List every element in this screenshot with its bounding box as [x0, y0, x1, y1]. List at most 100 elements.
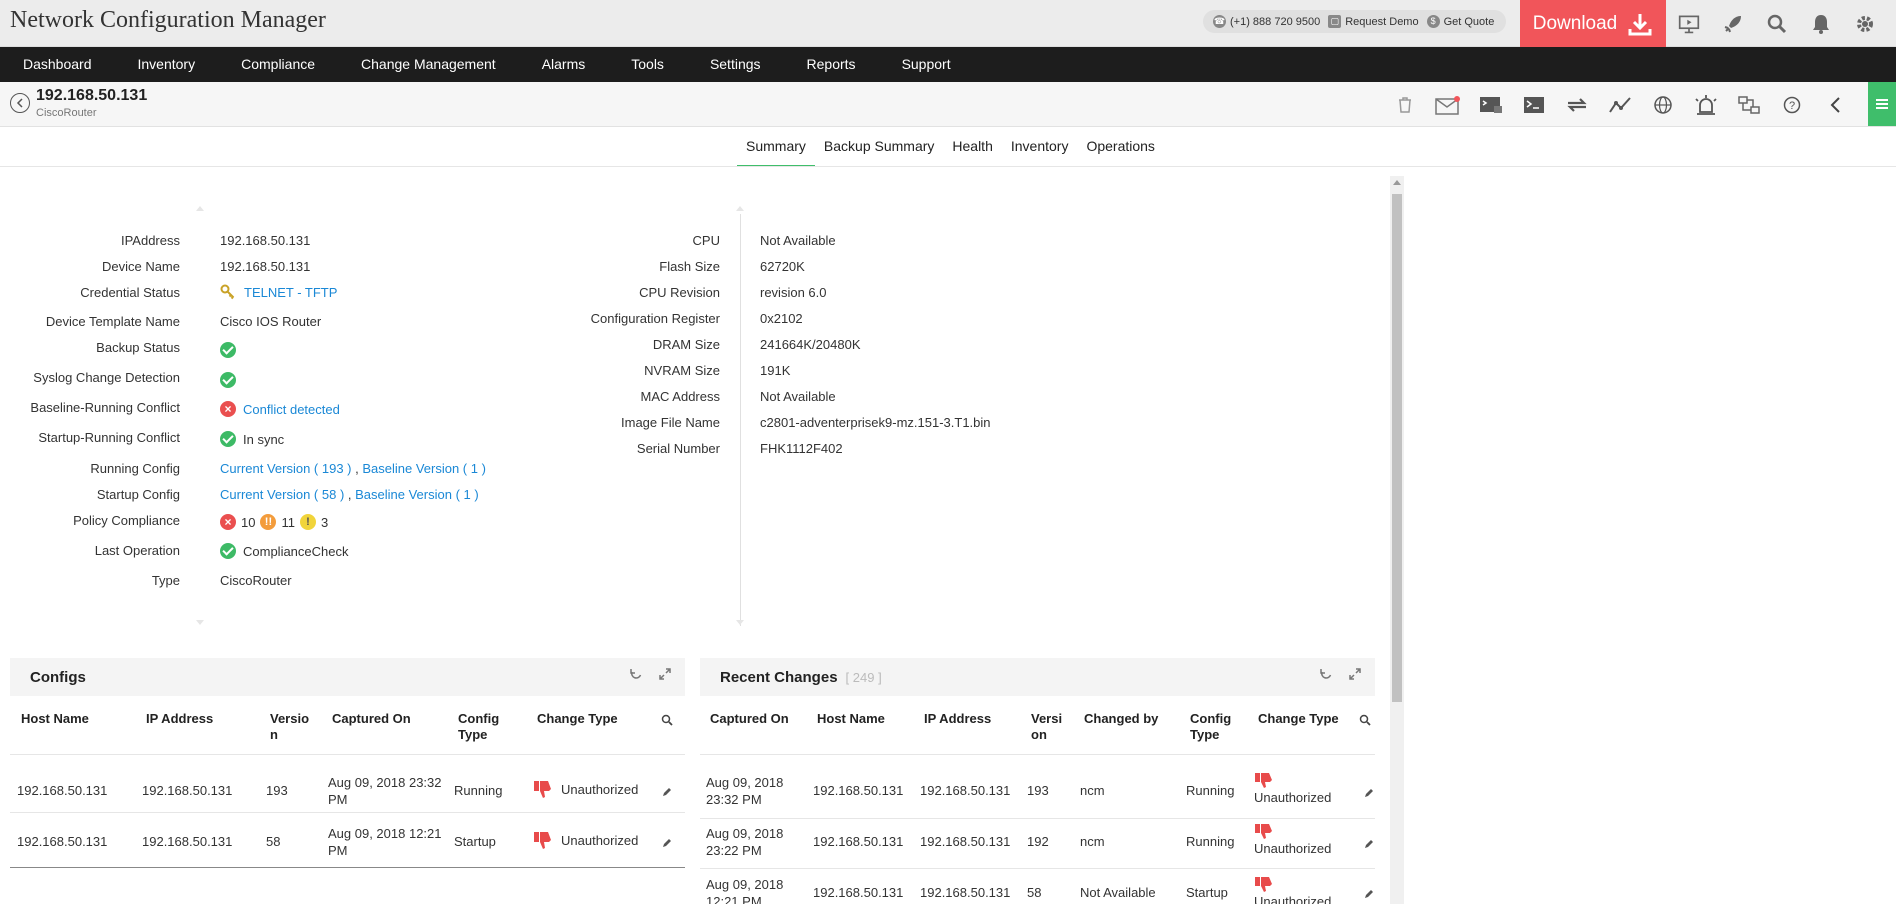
nav-dashboard[interactable]: Dashboard [0, 47, 115, 82]
terminal-icon[interactable] [1521, 92, 1547, 118]
refresh-icon[interactable] [1319, 668, 1333, 682]
scroll-up-indicator [196, 206, 204, 211]
serial-number-label: Serial Number [636, 441, 720, 456]
recent-col-config-type[interactable]: Config Type [1190, 711, 1240, 743]
page-scrollbar[interactable] [1390, 176, 1404, 904]
configs-col-ip[interactable]: IP Address [146, 711, 213, 727]
bell-icon[interactable] [1810, 13, 1832, 35]
presentation-icon[interactable] [1678, 13, 1700, 35]
edit-icon[interactable] [1363, 787, 1375, 799]
app-title: Network Configuration Manager [10, 7, 326, 33]
edit-icon[interactable] [661, 786, 673, 798]
config-type-cell: Running [454, 783, 503, 798]
key-icon [220, 284, 235, 300]
search-icon[interactable] [1359, 714, 1371, 726]
startup-config-label: Startup Config [96, 487, 180, 502]
back-icon[interactable] [10, 93, 30, 113]
nav-reports[interactable]: Reports [784, 47, 879, 82]
nav-settings[interactable]: Settings [687, 47, 784, 82]
edit-icon[interactable] [1363, 838, 1375, 850]
policy-compliance-label: Policy Compliance [73, 513, 180, 528]
request-demo-link[interactable]: ▢ Request Demo [1328, 15, 1419, 28]
running-baseline-version-link[interactable]: Baseline Version ( 1 ) [362, 461, 486, 476]
get-quote-link[interactable]: $ Get Quote [1426, 15, 1494, 28]
captured-cell: Aug 09, 2018 23:32 PM [328, 775, 442, 807]
scroll-thumb[interactable] [1392, 194, 1402, 702]
tab-operations[interactable]: Operations [1077, 132, 1163, 167]
recent-changes-count: [ 249 ] [845, 669, 882, 685]
recent-col-captured[interactable]: Captured On [710, 711, 789, 727]
credential-status-label: Credential Status [80, 285, 180, 300]
edit-icon[interactable] [661, 837, 673, 849]
configs-col-change-type[interactable]: Change Type [537, 711, 618, 727]
phone-link[interactable]: ☎ (+1) 888 720 9500 [1213, 15, 1320, 28]
request-demo-label: Request Demo [1345, 15, 1419, 28]
tab-backup-summary[interactable]: Backup Summary [815, 132, 943, 167]
gear-icon[interactable] [1854, 13, 1876, 35]
recent-col-ip[interactable]: IP Address [924, 711, 991, 727]
expand-icon[interactable] [659, 668, 671, 680]
config-register-label: Configuration Register [590, 311, 720, 326]
delete-icon[interactable] [1392, 92, 1418, 118]
help-icon[interactable]: ? [1779, 92, 1805, 118]
ip-cell: 192.168.50.131 [142, 783, 233, 798]
top-bar: Network Configuration Manager ☎ (+1) 888… [0, 0, 1896, 47]
last-operation-label: Last Operation [94, 543, 180, 558]
startup-conflict-value: In sync [220, 431, 284, 447]
network-config-icon[interactable] [1736, 92, 1762, 118]
ip-address-label: IPAddress [120, 233, 180, 248]
expand-icon[interactable] [1349, 668, 1361, 680]
warning-orange-icon: !! [260, 514, 277, 530]
rocket-icon[interactable] [1722, 13, 1744, 35]
nav-compliance[interactable]: Compliance [218, 47, 338, 82]
nav-alarms[interactable]: Alarms [519, 47, 609, 82]
graph-icon[interactable] [1607, 92, 1633, 118]
configs-col-version[interactable]: Versio n [270, 711, 310, 743]
configs-col-config-type[interactable]: Config Type [458, 711, 508, 743]
change-type-cell: Unauthorized [1254, 773, 1331, 806]
check-circle-icon [220, 431, 236, 447]
recent-col-changed-by[interactable]: Changed by [1084, 711, 1158, 727]
nav-support[interactable]: Support [879, 47, 974, 82]
tab-inventory[interactable]: Inventory [1002, 132, 1078, 167]
policy-minor-count: 3 [320, 514, 329, 530]
refresh-icon[interactable] [629, 668, 643, 682]
credential-link[interactable]: TELNET - TFTP [244, 285, 337, 300]
device-type: CiscoRouter [36, 107, 97, 119]
tab-health[interactable]: Health [943, 132, 1001, 167]
config-type-cell: Startup [454, 834, 496, 849]
alarm-icon[interactable] [1693, 92, 1719, 118]
search-icon[interactable] [1766, 13, 1788, 35]
scroll-up-indicator [736, 206, 744, 211]
sync-icon[interactable] [1564, 92, 1590, 118]
policy-compliance-value[interactable]: × 10 !! 11 ! 3 [220, 514, 328, 530]
recent-changes-panel: Recent Changes [ 249 ] Captured On Host … [700, 658, 1375, 904]
chevron-left-icon[interactable] [1822, 92, 1848, 118]
recent-col-version[interactable]: Versi on [1031, 711, 1065, 743]
conflict-detected-link[interactable]: Conflict detected [243, 402, 340, 417]
nav-change-management[interactable]: Change Management [338, 47, 519, 82]
nav-inventory[interactable]: Inventory [115, 47, 219, 82]
recent-col-change-type[interactable]: Change Type [1258, 711, 1339, 727]
edit-icon[interactable] [1363, 888, 1375, 900]
mail-icon[interactable] [1435, 92, 1461, 118]
last-operation-value: ComplianceCheck [220, 543, 349, 559]
terminal-lock-icon[interactable] [1478, 92, 1504, 118]
running-current-version-link[interactable]: Current Version ( 193 ) [220, 461, 352, 476]
tab-summary[interactable]: Summary [737, 132, 815, 167]
nav-tools[interactable]: Tools [608, 47, 687, 82]
startup-baseline-version-link[interactable]: Baseline Version ( 1 ) [355, 487, 479, 502]
scroll-up-arrow[interactable] [1393, 180, 1401, 185]
comma-separator: , [344, 487, 356, 502]
image-file-label: Image File Name [621, 415, 720, 430]
search-icon[interactable] [661, 714, 673, 726]
side-menu-toggle[interactable] [1868, 82, 1896, 126]
configs-col-host[interactable]: Host Name [21, 711, 89, 727]
device-toolbar: ? [1392, 82, 1891, 127]
recent-col-host[interactable]: Host Name [817, 711, 885, 727]
startup-current-version-link[interactable]: Current Version ( 58 ) [220, 487, 344, 502]
download-button[interactable]: Download [1520, 0, 1666, 47]
configs-col-captured[interactable]: Captured On [332, 711, 411, 727]
captured-cell: Aug 09, 2018 12:21 PM [706, 877, 784, 904]
globe-icon[interactable] [1650, 92, 1676, 118]
